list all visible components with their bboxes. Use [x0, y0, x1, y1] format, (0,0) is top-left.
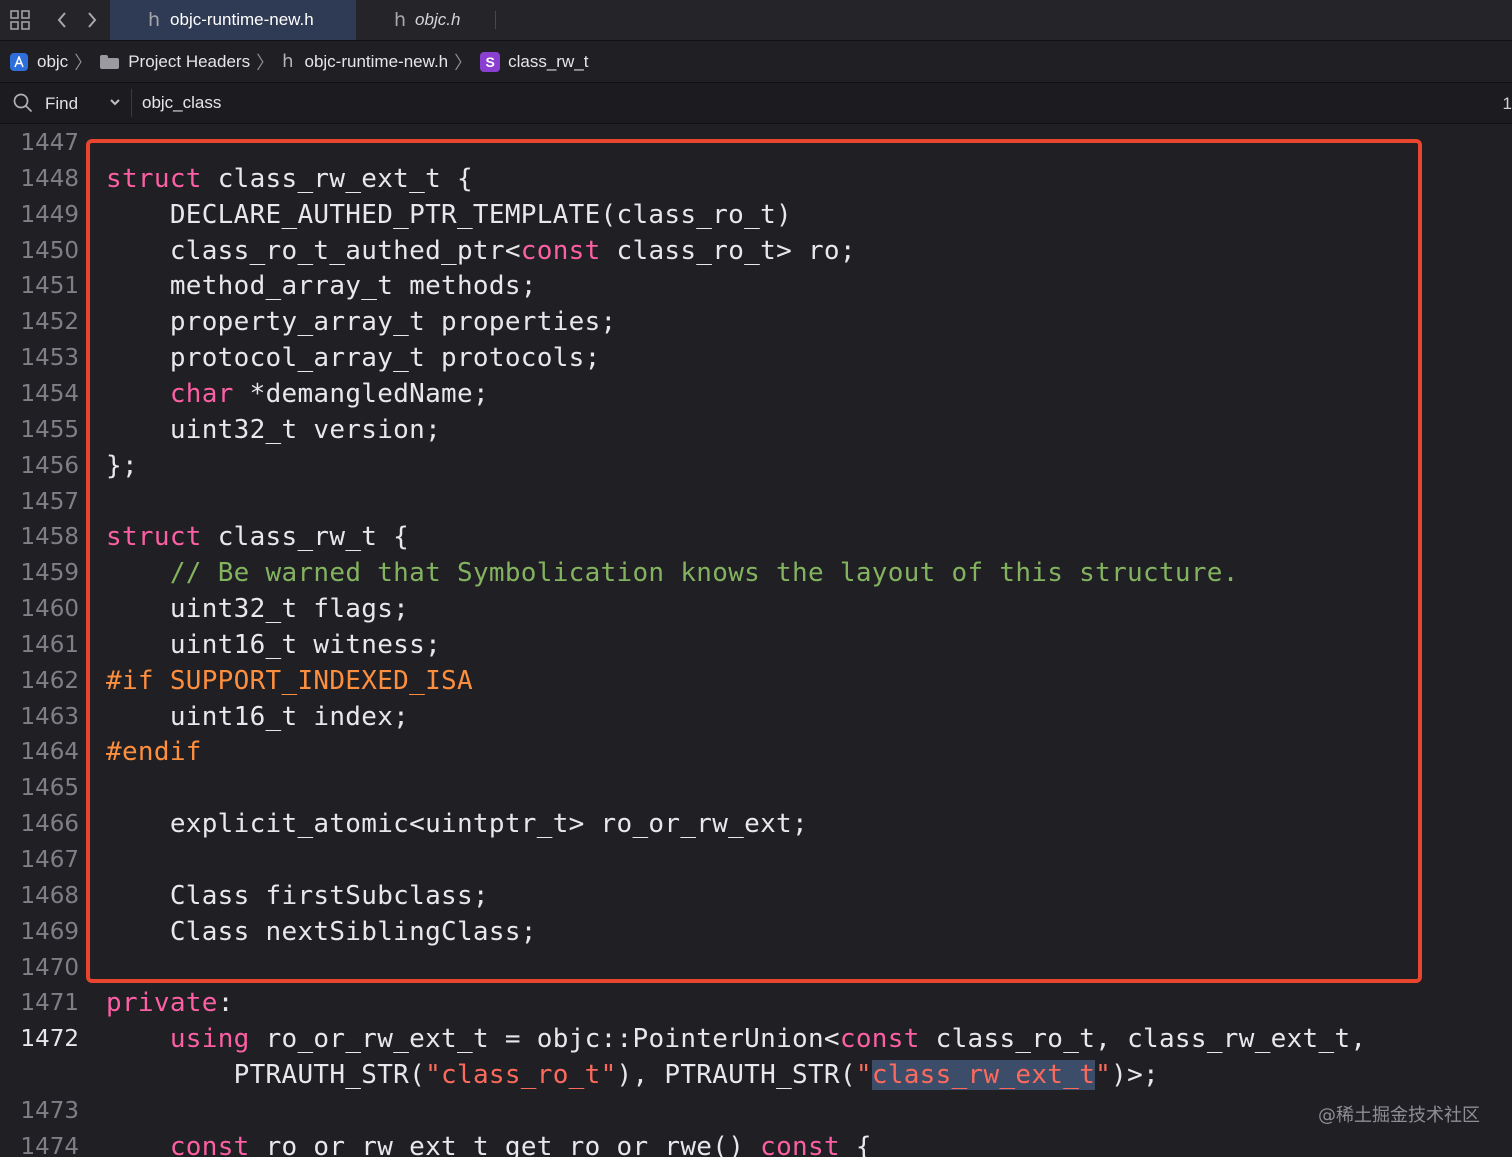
- line-number: 1459: [20, 560, 79, 587]
- code-line[interactable]: using ro_or_rw_ext_t = objc::PointerUnio…: [106, 1021, 1366, 1057]
- line-number: 1455: [20, 416, 79, 443]
- find-divider: [131, 89, 132, 117]
- folder-icon: [100, 54, 120, 69]
- code-token-kw: using: [169, 1024, 250, 1055]
- breadcrumb-group-label: Project Headers: [128, 51, 251, 71]
- breadcrumb-project[interactable]: objc: [0, 52, 68, 72]
- code-token: ro_or_rw_ext_t get_ro_or_rwe(): [249, 1131, 761, 1157]
- code-token-kw: const: [169, 1131, 250, 1157]
- header-file-icon: h: [148, 9, 161, 31]
- tab-divider: [495, 11, 496, 29]
- code-token-st: ": [1095, 1060, 1112, 1091]
- chevron-down-icon[interactable]: [109, 92, 121, 115]
- code-token-kw: private: [106, 988, 218, 1019]
- tab-objc-runtime-new[interactable]: h objc-runtime-new.h: [110, 0, 356, 40]
- line-number: 1468: [20, 882, 79, 909]
- line-number: 1458: [20, 524, 79, 551]
- breadcrumb-symbol-label: class_rw_t: [508, 51, 589, 71]
- code-line[interactable]: const ro_or_rw_ext_t get_ro_or_rwe() con…: [106, 1129, 872, 1157]
- line-number: 1463: [20, 703, 79, 730]
- code-line[interactable]: PTRAUTH_STR("class_ro_t"), PTRAUTH_STR("…: [106, 1057, 1159, 1093]
- line-number: 1465: [20, 775, 79, 802]
- code-token-st: class_rw_ext_t: [871, 1060, 1096, 1091]
- line-number: 1461: [20, 631, 79, 658]
- line-number: [0, 1057, 79, 1093]
- line-number: 1454: [20, 380, 79, 407]
- chevron-right-icon: 〉: [454, 52, 473, 73]
- line-number: 1457: [20, 488, 79, 515]
- struct-symbol-icon: S: [480, 51, 501, 72]
- project-icon: [10, 52, 28, 71]
- code-token: class_ro_t, class_rw_ext_t,: [919, 1024, 1367, 1055]
- line-number: 1464: [20, 739, 79, 766]
- code-token: {: [839, 1131, 872, 1157]
- code-token: :: [217, 988, 234, 1019]
- grid-icon[interactable]: [8, 8, 32, 32]
- line-number: 1470: [20, 954, 79, 981]
- tab-label: objc.h: [415, 10, 461, 29]
- line-number: 1467: [20, 847, 79, 873]
- forward-chevron-icon[interactable]: [80, 8, 104, 32]
- find-mode-label[interactable]: Find: [45, 94, 78, 114]
- code-token-kw: const: [839, 1024, 920, 1055]
- search-icon[interactable]: [13, 93, 33, 118]
- chevron-right-icon: 〉: [74, 52, 93, 73]
- line-number: 1472: [20, 1026, 79, 1053]
- breadcrumb-file[interactable]: h objc-runtime-new.h: [282, 51, 448, 72]
- breadcrumb-project-label: objc: [37, 51, 69, 71]
- code-token: ro_or_rw_ext_t = objc::PointerUnion<: [249, 1024, 840, 1055]
- line-number: 1469: [20, 918, 79, 945]
- breadcrumb: objc 〉 Project Headers 〉 h objc-runtime-…: [0, 41, 1512, 83]
- line-number: 1449: [20, 201, 79, 228]
- line-number: 1460: [20, 596, 79, 623]
- breadcrumb-group[interactable]: Project Headers: [100, 52, 250, 72]
- breadcrumb-file-label: objc-runtime-new.h: [304, 51, 449, 71]
- find-input[interactable]: [142, 91, 1482, 115]
- code-editor[interactable]: 1447 1448 1449 1450 1451 1452 1453 1454 1455 1456…: [0, 124, 1512, 1157]
- line-number: 1473: [20, 1097, 79, 1124]
- line-number: 1448: [20, 165, 79, 192]
- line-number: 1452: [20, 309, 79, 336]
- find-bar: Find 1: [0, 83, 1512, 124]
- line-number: 1462: [20, 667, 79, 694]
- line-number: 1450: [20, 237, 79, 264]
- code-token: PTRAUTH_STR(: [106, 1060, 426, 1091]
- back-chevron-icon[interactable]: [50, 8, 74, 32]
- code-token: ), PTRAUTH_STR(: [616, 1060, 856, 1091]
- line-number: 1456: [20, 452, 79, 479]
- code-token-kw: const: [760, 1131, 840, 1157]
- code-token: )>;: [1111, 1060, 1160, 1091]
- tab-bar: h objc-runtime-new.h h objc.h: [0, 0, 1512, 41]
- line-number: 1474: [20, 1133, 79, 1157]
- chevron-right-icon: 〉: [256, 52, 275, 73]
- code-token-st: "class_ro_t": [425, 1060, 617, 1091]
- line-number: 1453: [20, 345, 79, 372]
- header-file-icon: h: [394, 9, 407, 31]
- line-number: 1451: [20, 273, 79, 300]
- line-number: 1447: [20, 130, 79, 156]
- annotation-highlight-box: [86, 139, 1422, 983]
- header-file-icon: h: [282, 51, 294, 72]
- line-number: 1471: [20, 990, 79, 1017]
- tab-label: objc-runtime-new.h: [170, 10, 314, 29]
- code-line[interactable]: private:: [106, 985, 234, 1021]
- find-match-count: 1: [1502, 94, 1512, 113]
- code-token-st: ": [855, 1060, 872, 1091]
- tab-objc-h[interactable]: h objc.h: [380, 0, 496, 40]
- line-number: 1466: [20, 811, 79, 838]
- watermark: @稀土掘金技术社区: [1318, 1105, 1480, 1126]
- breadcrumb-symbol[interactable]: S class_rw_t: [480, 51, 589, 72]
